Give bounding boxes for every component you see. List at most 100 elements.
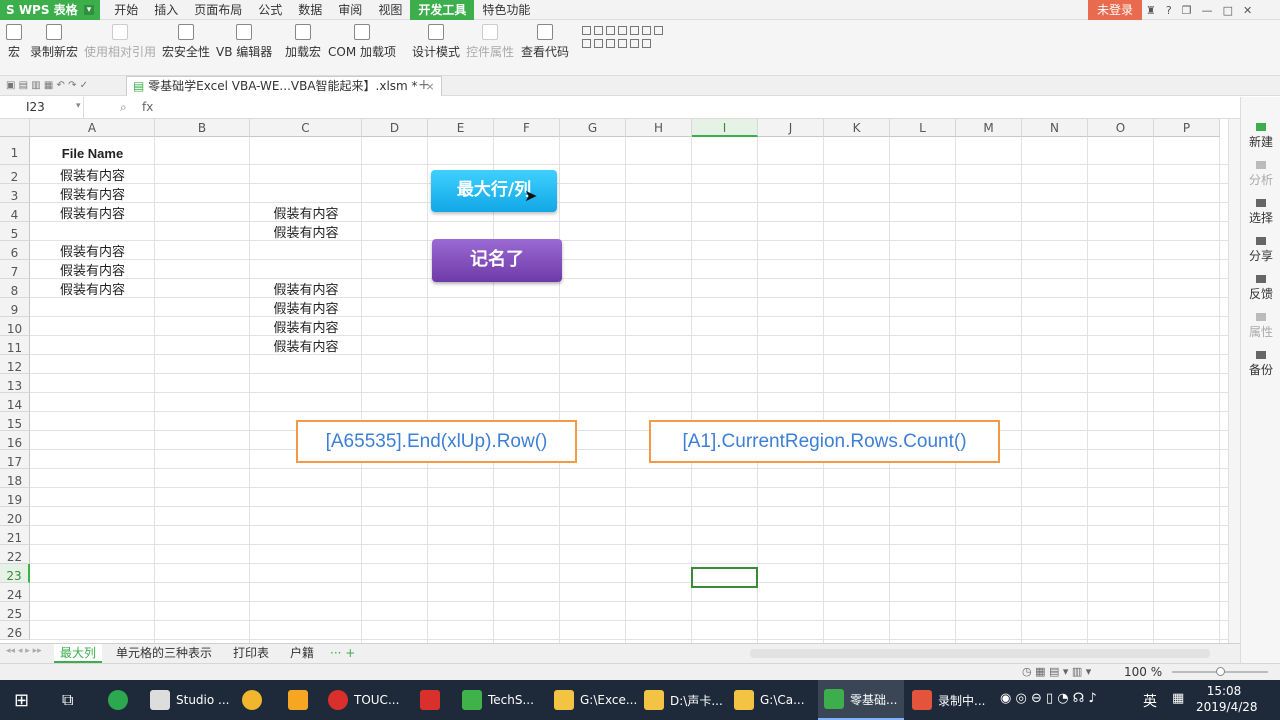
taskbar-folder-sound[interactable]: D:\声卡... — [644, 680, 723, 720]
help-icon[interactable]: ? — [1166, 4, 1172, 17]
column-header-K[interactable]: K — [824, 119, 890, 137]
relative-ref-button[interactable]: 使用相对引用 — [84, 24, 156, 60]
cell-C10[interactable]: 假装有内容 — [250, 317, 362, 336]
tab-page-layout[interactable]: 页面布局 — [186, 0, 250, 20]
cell-A1[interactable]: File Name — [30, 137, 155, 165]
column-header-A[interactable]: A — [30, 119, 155, 137]
minimize-icon[interactable]: — — [1202, 4, 1213, 17]
taskbar-folder-ca[interactable]: G:\Ca... — [734, 680, 805, 720]
column-header-F[interactable]: F — [494, 119, 560, 137]
row-header-8[interactable]: 8 — [0, 279, 30, 298]
column-header-J[interactable]: J — [758, 119, 824, 137]
row-header-17[interactable]: 17 — [0, 450, 30, 469]
row-header-21[interactable]: 21 — [0, 526, 30, 545]
row-header-3[interactable]: 3 — [0, 184, 30, 203]
column-header-O[interactable]: O — [1088, 119, 1154, 137]
vertical-scrollbar[interactable] — [1228, 119, 1240, 643]
view-mode-icons[interactable]: ◷ ▦ ▤ ▾ ▥ ▾ — [1022, 665, 1091, 678]
cell-A4[interactable]: 假装有内容 — [30, 203, 155, 222]
column-header-H[interactable]: H — [626, 119, 692, 137]
row-header-16[interactable]: 16 — [0, 431, 30, 450]
vb-editor-button[interactable]: VB 编辑器 — [216, 24, 272, 60]
taskbar-app[interactable] — [420, 680, 446, 720]
fx-label[interactable]: fx — [142, 100, 153, 114]
document-tab[interactable]: ▤ 零基础学Excel VBA-WE...VBA智能起来】.xlsm * × — [126, 76, 442, 96]
add-sheet-button[interactable]: ··· + — [324, 644, 361, 663]
column-header-L[interactable]: L — [890, 119, 956, 137]
skin-icon[interactable]: ♜ — [1146, 4, 1156, 17]
task-view-button[interactable]: ⧉ — [62, 680, 73, 720]
column-header-D[interactable]: D — [362, 119, 428, 137]
start-button[interactable]: ⊞ — [14, 680, 29, 720]
cell-C8[interactable]: 假装有内容 — [250, 279, 362, 298]
view-code-button[interactable]: 查看代码 — [521, 24, 569, 60]
taskbar-browser[interactable] — [288, 680, 314, 720]
code-box-current-region[interactable]: [A1].CurrentRegion.Rows.Count() — [649, 420, 1000, 463]
row-header-4[interactable]: 4 — [0, 203, 30, 222]
code-box-end-row[interactable]: [A65535].End(xlUp).Row() — [296, 420, 577, 463]
column-header-P[interactable]: P — [1154, 119, 1220, 137]
row-header-26[interactable]: 26 — [0, 621, 30, 640]
cell-A7[interactable]: 假装有内容 — [30, 260, 155, 279]
max-rowcol-button[interactable]: 最大行/列 — [431, 170, 557, 212]
row-header-10[interactable]: 10 — [0, 317, 30, 336]
side-properties[interactable]: 属性 — [1241, 313, 1280, 340]
cell-C4[interactable]: 假装有内容 — [250, 203, 362, 222]
row-header-6[interactable]: 6 — [0, 241, 30, 260]
row-header-18[interactable]: 18 — [0, 469, 30, 488]
sheet-nav-icons[interactable]: ◂◂ ◂ ▸ ▸▸ — [6, 646, 42, 656]
row-header-19[interactable]: 19 — [0, 488, 30, 507]
row-header-23[interactable]: 23 — [0, 564, 30, 583]
cell-A6[interactable]: 假装有内容 — [30, 241, 155, 260]
column-header-M[interactable]: M — [956, 119, 1022, 137]
label-control-icon[interactable] — [606, 26, 615, 35]
taskbar-wps[interactable]: 零基础... — [818, 680, 904, 720]
tab-formula[interactable]: 公式 — [250, 0, 290, 20]
row-header-5[interactable]: 5 — [0, 222, 30, 241]
row-header-25[interactable]: 25 — [0, 602, 30, 621]
load-macro-button[interactable]: 加载宏 — [285, 24, 321, 60]
cell-A2[interactable]: 假装有内容 — [30, 165, 155, 184]
image-control-icon[interactable] — [594, 26, 603, 35]
side-feedback[interactable]: 反馈 — [1241, 275, 1280, 302]
text-control-icon[interactable] — [618, 39, 627, 48]
side-backup[interactable]: 备份 — [1241, 351, 1280, 378]
row-header-15[interactable]: 15 — [0, 412, 30, 431]
row-header-22[interactable]: 22 — [0, 545, 30, 564]
design-mode-button[interactable]: 设计模式 — [412, 24, 460, 60]
scroll-control-icon[interactable] — [582, 39, 591, 48]
com-addin-button[interactable]: COM 加载项 — [328, 24, 396, 60]
ime-indicator[interactable]: 英 — [1143, 691, 1157, 711]
taskbar-studio[interactable]: Studio ... — [150, 680, 229, 720]
login-button[interactable]: 未登录 — [1088, 0, 1142, 20]
taskbar-touch[interactable]: TOUC... — [328, 680, 399, 720]
tab-review[interactable]: 审阅 — [330, 0, 370, 20]
toggle-control-icon[interactable] — [630, 39, 639, 48]
sheet-tab-household[interactable]: 户籍 — [284, 644, 320, 663]
search-icon[interactable]: ⌕ — [120, 100, 127, 115]
sheet-tab-cell-notation[interactable]: 单元格的三种表示 — [110, 644, 218, 663]
cell-C5[interactable]: 假装有内容 — [250, 222, 362, 241]
spreadsheet-grid[interactable]: A B C D E F G H I J K L M N O P 1 2 3 4 5 6 7 8 9 10 11 12 13 14 15 16 1… — [0, 119, 1228, 643]
row-header-20[interactable]: 20 — [0, 507, 30, 526]
side-analyze[interactable]: 分析 — [1241, 161, 1280, 188]
restore-icon[interactable]: ❐ — [1182, 4, 1192, 17]
maximize-icon[interactable]: □ — [1223, 4, 1233, 17]
taskbar-wechat[interactable] — [108, 680, 134, 720]
column-header-C[interactable]: C — [250, 119, 362, 137]
side-new[interactable]: 新建 — [1241, 123, 1280, 150]
row-header-13[interactable]: 13 — [0, 374, 30, 393]
row-header-14[interactable]: 14 — [0, 393, 30, 412]
cell-C11[interactable]: 假装有内容 — [250, 336, 362, 355]
column-header-N[interactable]: N — [1022, 119, 1088, 137]
column-header-B[interactable]: B — [155, 119, 250, 137]
macro-security-button[interactable]: 宏安全性 — [162, 24, 210, 60]
sheet-tab-print[interactable]: 打印表 — [227, 644, 275, 663]
side-select[interactable]: 选择 — [1241, 199, 1280, 226]
cell-A8[interactable]: 假装有内容 — [30, 279, 155, 298]
column-header-I[interactable]: I — [692, 119, 758, 137]
cell-A3[interactable]: 假装有内容 — [30, 184, 155, 203]
column-header-E[interactable]: E — [428, 119, 494, 137]
frame-control-icon[interactable] — [606, 39, 615, 48]
clock[interactable]: 15:08 2019/4/28 — [1196, 683, 1258, 715]
